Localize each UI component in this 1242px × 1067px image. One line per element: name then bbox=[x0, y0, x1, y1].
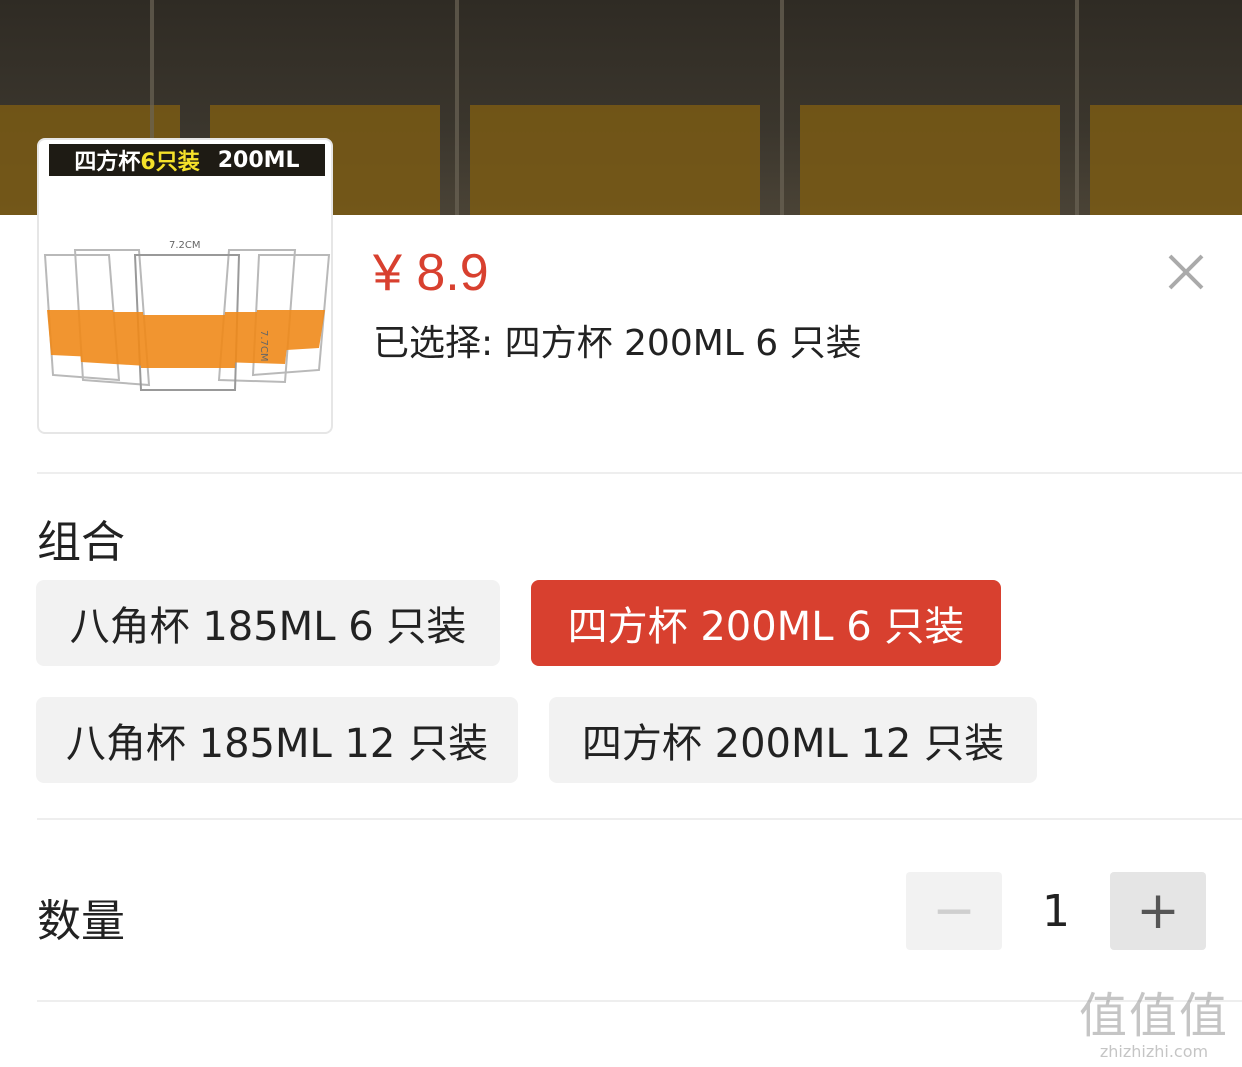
glass-cups-image: 7.2CM 7.7CM bbox=[43, 240, 331, 391]
plus-icon: + bbox=[1136, 881, 1180, 941]
increment-button[interactable]: + bbox=[1110, 872, 1206, 950]
banner-count: 6只装 bbox=[140, 150, 200, 175]
close-icon bbox=[1168, 254, 1204, 290]
option-label: 四方杯 200ML 6 只装 bbox=[567, 604, 965, 650]
backdrop-glass-edge bbox=[1075, 0, 1079, 215]
watermark-logo: 值值值 bbox=[1078, 988, 1229, 1044]
decrement-button[interactable]: − bbox=[906, 872, 1002, 950]
backdrop-juice bbox=[800, 105, 1060, 215]
price: ¥ 8.9 bbox=[373, 244, 489, 302]
option-square-200ml-12[interactable]: 四方杯 200ML 12 只装 bbox=[549, 697, 1037, 783]
backdrop-juice bbox=[1090, 105, 1242, 215]
close-button[interactable] bbox=[1160, 246, 1212, 298]
option-square-200ml-6[interactable]: 四方杯 200ML 6 只装 bbox=[531, 580, 1001, 666]
option-label: 八角杯 185ML 6 只装 bbox=[69, 604, 467, 650]
quantity-value[interactable]: 1 bbox=[1002, 872, 1110, 950]
option-label: 八角杯 185ML 12 只装 bbox=[65, 721, 489, 767]
height-dimension-label: 7.7CM bbox=[258, 330, 269, 362]
selected-variant-text: 已选择: 四方杯 200ML 6 只装 bbox=[373, 323, 862, 364]
option-octagon-185ml-12[interactable]: 八角杯 185ML 12 只装 bbox=[36, 697, 518, 783]
thumbnail-banner: 四方杯6只装 200ML bbox=[49, 144, 325, 176]
width-dimension-label: 7.2CM bbox=[169, 240, 201, 251]
banner-text: 四方杯 bbox=[74, 150, 141, 175]
option-label: 四方杯 200ML 12 只装 bbox=[581, 721, 1005, 767]
divider bbox=[37, 818, 1242, 820]
watermark-url: zhizhizhi.com bbox=[1099, 1042, 1209, 1061]
minus-icon: − bbox=[932, 881, 976, 941]
options-title: 组合 bbox=[37, 517, 125, 568]
banner-size: 200ML bbox=[217, 147, 300, 173]
backdrop-glass-edge bbox=[455, 0, 459, 215]
quantity-title: 数量 bbox=[37, 896, 125, 947]
option-octagon-185ml-6[interactable]: 八角杯 185ML 6 只装 bbox=[36, 580, 500, 666]
watermark: 值值值 zhizhizhi.com bbox=[1074, 990, 1234, 1061]
backdrop-juice bbox=[470, 105, 760, 215]
divider bbox=[37, 472, 1242, 474]
divider bbox=[37, 1000, 1242, 1002]
product-thumbnail[interactable]: 四方杯6只装 200ML 7.2CM 7.7CM bbox=[37, 138, 333, 434]
backdrop-glass-edge bbox=[780, 0, 784, 215]
